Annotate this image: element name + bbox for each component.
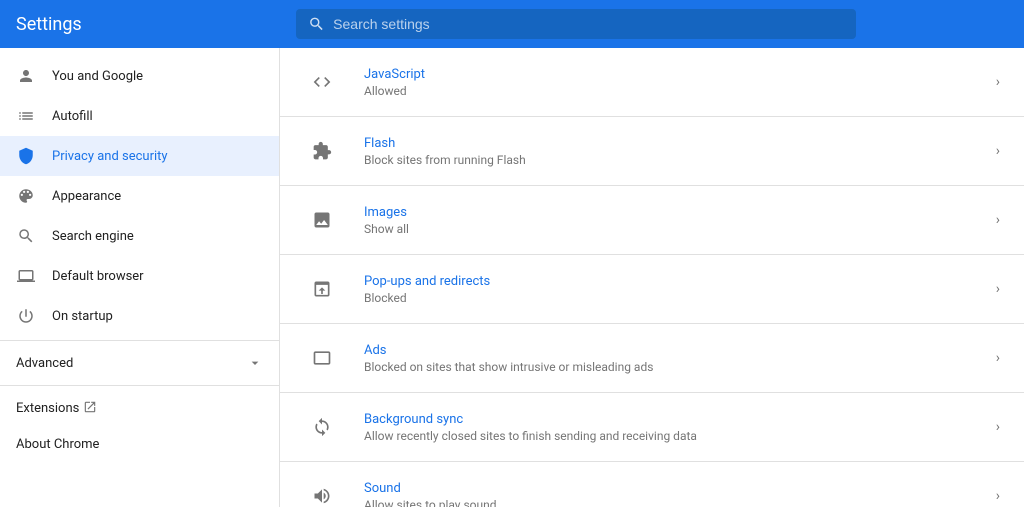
content-text-popups: Pop-ups and redirects Blocked: [364, 274, 996, 305]
sidebar-item-label: Autofill: [52, 109, 93, 124]
power-icon: [16, 306, 36, 326]
sidebar-item-label: Privacy and security: [52, 149, 168, 164]
sidebar-item-label: Appearance: [52, 189, 121, 204]
sidebar-item-default-browser[interactable]: Default browser: [0, 256, 279, 296]
list-icon: [16, 106, 36, 126]
sidebar-item-label: Search engine: [52, 229, 134, 244]
content-subtitle: Show all: [364, 222, 996, 236]
content-subtitle: Allow recently closed sites to finish se…: [364, 429, 996, 443]
content-text-javascript: JavaScript Allowed: [364, 67, 996, 98]
content-item-background-sync[interactable]: Background sync Allow recently closed si…: [280, 393, 1024, 462]
chevron-right-icon: ›: [996, 488, 1000, 504]
content-item-flash[interactable]: Flash Block sites from running Flash ›: [280, 117, 1024, 186]
extensions-label-container: Extensions: [16, 400, 97, 417]
content-item-ads[interactable]: Ads Blocked on sites that show intrusive…: [280, 324, 1024, 393]
person-icon: [16, 66, 36, 86]
search-icon: [308, 15, 325, 33]
content-text-ads: Ads Blocked on sites that show intrusive…: [364, 343, 996, 374]
content-subtitle: Block sites from running Flash: [364, 153, 996, 167]
layout: You and Google Autofill Privacy and secu…: [0, 48, 1024, 507]
content-text-sound: Sound Allow sites to play sound: [364, 481, 996, 507]
content-title: JavaScript: [364, 67, 996, 82]
sidebar-item-appearance[interactable]: Appearance: [0, 176, 279, 216]
search-bar: [296, 9, 856, 39]
content-text-flash: Flash Block sites from running Flash: [364, 136, 996, 167]
content-title: Sound: [364, 481, 996, 496]
content-text-images: Images Show all: [364, 205, 996, 236]
content-title: Images: [364, 205, 996, 220]
monitor-icon: [16, 266, 36, 286]
content-subtitle: Blocked on sites that show intrusive or …: [364, 360, 996, 374]
content-item-popups[interactable]: Pop-ups and redirects Blocked ›: [280, 255, 1024, 324]
chevron-down-icon: [247, 355, 263, 371]
sidebar-item-about-chrome[interactable]: About Chrome: [0, 427, 279, 462]
sidebar-item-label: On startup: [52, 309, 113, 324]
content-item-javascript[interactable]: JavaScript Allowed ›: [280, 48, 1024, 117]
content-text-background-sync: Background sync Allow recently closed si…: [364, 412, 996, 443]
sound-icon: [304, 478, 340, 507]
sync-icon: [304, 409, 340, 445]
chevron-right-icon: ›: [996, 143, 1000, 159]
chevron-right-icon: ›: [996, 419, 1000, 435]
content-title: Background sync: [364, 412, 996, 427]
content-title: Pop-ups and redirects: [364, 274, 996, 289]
sidebar-advanced[interactable]: Advanced: [0, 345, 279, 381]
sidebar-divider: [0, 340, 279, 341]
content-list: JavaScript Allowed › Flash Block sites f…: [280, 48, 1024, 507]
content-title: Ads: [364, 343, 996, 358]
sidebar-item-privacy-and-security[interactable]: Privacy and security: [0, 136, 279, 176]
advanced-label: Advanced: [16, 356, 73, 371]
content-item-images[interactable]: Images Show all ›: [280, 186, 1024, 255]
chevron-right-icon: ›: [996, 281, 1000, 297]
chevron-right-icon: ›: [996, 212, 1000, 228]
puzzle-icon: [304, 133, 340, 169]
ads-icon: [304, 340, 340, 376]
about-chrome-label: About Chrome: [16, 437, 99, 452]
sidebar-item-you-and-google[interactable]: You and Google: [0, 56, 279, 96]
shield-icon: [16, 146, 36, 166]
content-subtitle: Allow sites to play sound: [364, 498, 996, 507]
sidebar-item-on-startup[interactable]: On startup: [0, 296, 279, 336]
sidebar-item-label: Default browser: [52, 269, 144, 284]
sidebar-item-search-engine[interactable]: Search engine: [0, 216, 279, 256]
content-item-sound[interactable]: Sound Allow sites to play sound ›: [280, 462, 1024, 507]
search-input[interactable]: [333, 16, 844, 32]
header: Settings: [0, 0, 1024, 48]
sidebar-item-label: You and Google: [52, 69, 143, 84]
external-link-icon: [83, 400, 97, 417]
image-icon: [304, 202, 340, 238]
sidebar-divider-2: [0, 385, 279, 386]
main-content: JavaScript Allowed › Flash Block sites f…: [280, 48, 1024, 507]
chevron-right-icon: ›: [996, 350, 1000, 366]
chevron-right-icon: ›: [996, 74, 1000, 90]
search-nav-icon: [16, 226, 36, 246]
sidebar: You and Google Autofill Privacy and secu…: [0, 48, 280, 507]
content-title: Flash: [364, 136, 996, 151]
content-subtitle: Allowed: [364, 84, 996, 98]
extensions-label: Extensions: [16, 401, 79, 416]
sidebar-item-autofill[interactable]: Autofill: [0, 96, 279, 136]
code-icon: [304, 64, 340, 100]
content-subtitle: Blocked: [364, 291, 996, 305]
sidebar-item-extensions[interactable]: Extensions: [0, 390, 279, 427]
palette-icon: [16, 186, 36, 206]
header-title: Settings: [16, 14, 296, 35]
popup-icon: [304, 271, 340, 307]
